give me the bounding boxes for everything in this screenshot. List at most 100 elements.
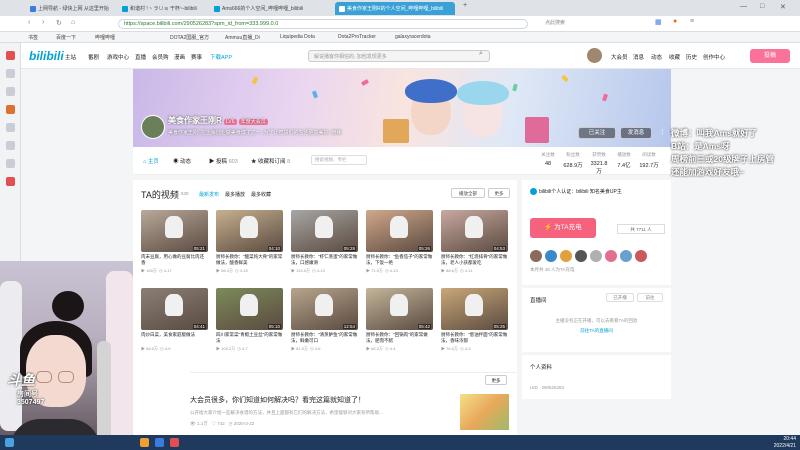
- stat-following[interactable]: 关注数 48: [537, 152, 559, 167]
- tab-uploads[interactable]: ▶ 投稿 603: [209, 157, 238, 165]
- video-thumbnail[interactable]: 05:42: [366, 288, 433, 330]
- article-title[interactable]: 大会员很多，你们知道如何解决吗？看完这篇就知道了！: [190, 395, 365, 405]
- sidebar-favorite-icon[interactable]: [6, 51, 15, 60]
- video-card[interactable]: 05:25 厨师长教你："葱油拌面"的家常做法，香味浓郁 ▶ 76.5万 ◷ 4-3: [441, 288, 508, 358]
- minimize-icon[interactable]: —: [740, 3, 747, 10]
- fan-avatar[interactable]: [575, 250, 587, 262]
- video-card[interactable]: 05:10 四川家常菜"青椒土豆丝"的家常做法 ▶ 105.2万 ◷ 4-7: [216, 288, 283, 358]
- sidebar-tools-icon[interactable]: [6, 159, 15, 168]
- maximize-icon[interactable]: □: [760, 3, 764, 10]
- close-window-icon[interactable]: ✕: [780, 3, 786, 11]
- menu-icon[interactable]: ≡: [690, 18, 694, 25]
- more-articles-button[interactable]: 更多: [485, 375, 507, 385]
- nav-item-match[interactable]: 赛事: [191, 53, 202, 61]
- browser-tab-active[interactable]: 美食作家王刚R的个人空间_哔哩哔哩_bilibili: [335, 2, 455, 15]
- site-search-input[interactable]: 解说播客你相信的, 加他发现更多: [308, 50, 490, 62]
- video-card[interactable]: 05:28 厨师长教你："虾仁蒸蛋"的家常做法，口感嫩滑 ▶ 113.5万 ◷ 4-…: [291, 210, 358, 280]
- sidebar-game-icon[interactable]: [6, 105, 15, 114]
- video-thumbnail[interactable]: 04:41: [141, 288, 208, 330]
- url-field[interactable]: https://space.bilibili.com/290526283?spm…: [118, 19, 528, 29]
- taskbar-app-icon[interactable]: [170, 438, 179, 447]
- video-thumbnail[interactable]: 04:53: [441, 210, 508, 252]
- more-videos-button[interactable]: 更多: [488, 188, 510, 198]
- space-search-input[interactable]: 搜索视频、专栏: [311, 155, 367, 165]
- fan-avatar[interactable]: [605, 250, 617, 262]
- nav-item-shop[interactable]: 会员购: [152, 53, 169, 61]
- sidebar-mail-icon[interactable]: [6, 141, 15, 150]
- more-options-icon[interactable]: ⋮: [659, 128, 666, 136]
- fan-avatar[interactable]: [545, 250, 557, 262]
- video-title[interactable]: 厨师长教你："清蒸鲈鱼"的家常做法，鲜嫩可口: [291, 332, 358, 344]
- start-icon[interactable]: [5, 438, 14, 447]
- video-card[interactable]: 12:54 厨师长教你："清蒸鲈鱼"的家常做法，鲜嫩可口 ▶ 81.9万 ◷ 4-6: [291, 288, 358, 358]
- video-title[interactable]: 肉末豆腐，用心做的豆腐比肉还香: [141, 254, 208, 266]
- fan-avatar[interactable]: [560, 250, 572, 262]
- bookmark-item[interactable]: Ammuu直播_Di: [225, 34, 260, 41]
- bookmark-item[interactable]: Dota2ProTracker: [338, 34, 376, 40]
- video-thumbnail[interactable]: 04:10: [216, 210, 283, 252]
- game-icon[interactable]: ●: [673, 18, 677, 25]
- browser-tab[interactable]: 和谐村 ! ~ ラ∪ョ 干杯~-bilibili: [118, 2, 204, 15]
- browser-tab[interactable]: 上网导航 - 绿快上网 从这里开始: [26, 2, 112, 15]
- taskbar-app-icon[interactable]: [155, 438, 164, 447]
- sort-most-played[interactable]: 最多播放: [225, 191, 245, 198]
- bookmark-item[interactable]: galaxyracerdota: [395, 34, 431, 40]
- nav-item-game[interactable]: 游戏中心: [107, 53, 129, 61]
- video-card[interactable]: 05:42 厨师长教你："回锅肉"的家常做法，肥而不腻 ▶ 66.3万 ◷ 4-4: [366, 288, 433, 358]
- video-card[interactable]: 04:41 肉炒白菜，美食家庭版做法 ▶ 68.6万 ◷ 4-9: [141, 288, 208, 358]
- sidebar-note-icon[interactable]: [6, 123, 15, 132]
- video-card[interactable]: 05:26 厨师长教你："鱼香茄子"的家常做法，下饭一绝 ▶ 71.9万 ◷ 4-1…: [366, 210, 433, 280]
- charge-button[interactable]: ⚡ 为TA充电: [530, 218, 596, 238]
- browser-tab[interactable]: Ams666的个人空间_哔哩哔哩_bilibili: [210, 2, 330, 15]
- upload-button[interactable]: 投稿: [750, 49, 790, 63]
- sidebar-download-icon[interactable]: [6, 87, 15, 96]
- nav-item-download[interactable]: 下载APP: [210, 53, 232, 61]
- sort-most-favorited[interactable]: 最多收藏: [251, 191, 271, 198]
- video-card[interactable]: 04:53 厨师长教你："红烧排骨"的家常做法，老人小孩都爱吃 ▶ 88.6万 ◷ …: [441, 210, 508, 280]
- nav-creator[interactable]: 创作中心: [703, 53, 725, 61]
- home-icon[interactable]: ⌂: [71, 19, 75, 26]
- video-thumbnail[interactable]: 05:25: [441, 288, 508, 330]
- bookmark-item[interactable]: 百度一下: [56, 34, 76, 41]
- bookmark-item[interactable]: 书签: [28, 34, 38, 41]
- sidebar-history-icon[interactable]: [6, 69, 15, 78]
- video-thumbnail[interactable]: 05:21: [141, 210, 208, 252]
- tab-home[interactable]: ⌂ 主页: [143, 157, 159, 165]
- forward-icon[interactable]: ›: [42, 19, 44, 26]
- video-thumbnail[interactable]: 12:54: [291, 288, 358, 330]
- video-title[interactable]: 肉炒白菜，美食家庭版做法: [141, 332, 208, 344]
- nav-history[interactable]: 历史: [686, 53, 697, 61]
- tab-dynamic[interactable]: ◉ 动态: [173, 157, 191, 165]
- bookmark-item[interactable]: DOTA2国服_官方: [170, 34, 209, 41]
- refresh-icon[interactable]: ↻: [56, 19, 62, 27]
- sidebar-app-icon[interactable]: [6, 177, 15, 186]
- fan-avatar[interactable]: [590, 250, 602, 262]
- video-title[interactable]: 厨师长教你："红烧排骨"的家常做法，老人小孩都爱吃: [441, 254, 508, 266]
- nav-item-bangumi[interactable]: 番剧: [88, 53, 99, 61]
- nav-dynamic[interactable]: 动态: [651, 53, 662, 61]
- new-tab-icon[interactable]: +: [463, 2, 467, 9]
- extension-icon[interactable]: ▦: [655, 18, 662, 26]
- tab-favorites[interactable]: ★ 收藏和订阅 8: [251, 157, 290, 165]
- video-title[interactable]: 厨师长教你："鱼香茄子"的家常做法，下饭一绝: [366, 254, 433, 266]
- bookmark-item[interactable]: Liquipedia Dota: [280, 34, 315, 40]
- space-avatar[interactable]: [141, 115, 165, 139]
- play-all-button[interactable]: 播放全部: [451, 188, 485, 198]
- bilibili-logo[interactable]: bilibili: [29, 49, 64, 63]
- nav-item-manga[interactable]: 漫画: [174, 53, 185, 61]
- stat-fans[interactable]: 粉丝数 628.9万: [562, 152, 584, 169]
- send-message-button[interactable]: 发消息: [620, 127, 652, 139]
- right-search-box[interactable]: 点此搜索: [545, 19, 565, 26]
- nav-vip[interactable]: 大会员: [611, 53, 628, 61]
- video-title[interactable]: 厨师长教你："回锅肉"的家常做法，肥而不腻: [366, 332, 433, 344]
- search-icon[interactable]: ⌕: [479, 50, 483, 58]
- fan-avatar[interactable]: [530, 250, 542, 262]
- sort-newest[interactable]: 最新发布: [199, 191, 219, 198]
- nav-messages[interactable]: 消息: [633, 53, 644, 61]
- article-thumbnail[interactable]: [460, 394, 509, 430]
- video-title[interactable]: 四川家常菜"青椒土豆丝"的家常做法: [216, 332, 283, 344]
- nav-item-live[interactable]: 直播: [135, 53, 146, 61]
- video-thumbnail[interactable]: 05:28: [291, 210, 358, 252]
- nav-item-main[interactable]: 主站: [65, 53, 76, 61]
- live-go-button[interactable]: 前往: [637, 293, 663, 302]
